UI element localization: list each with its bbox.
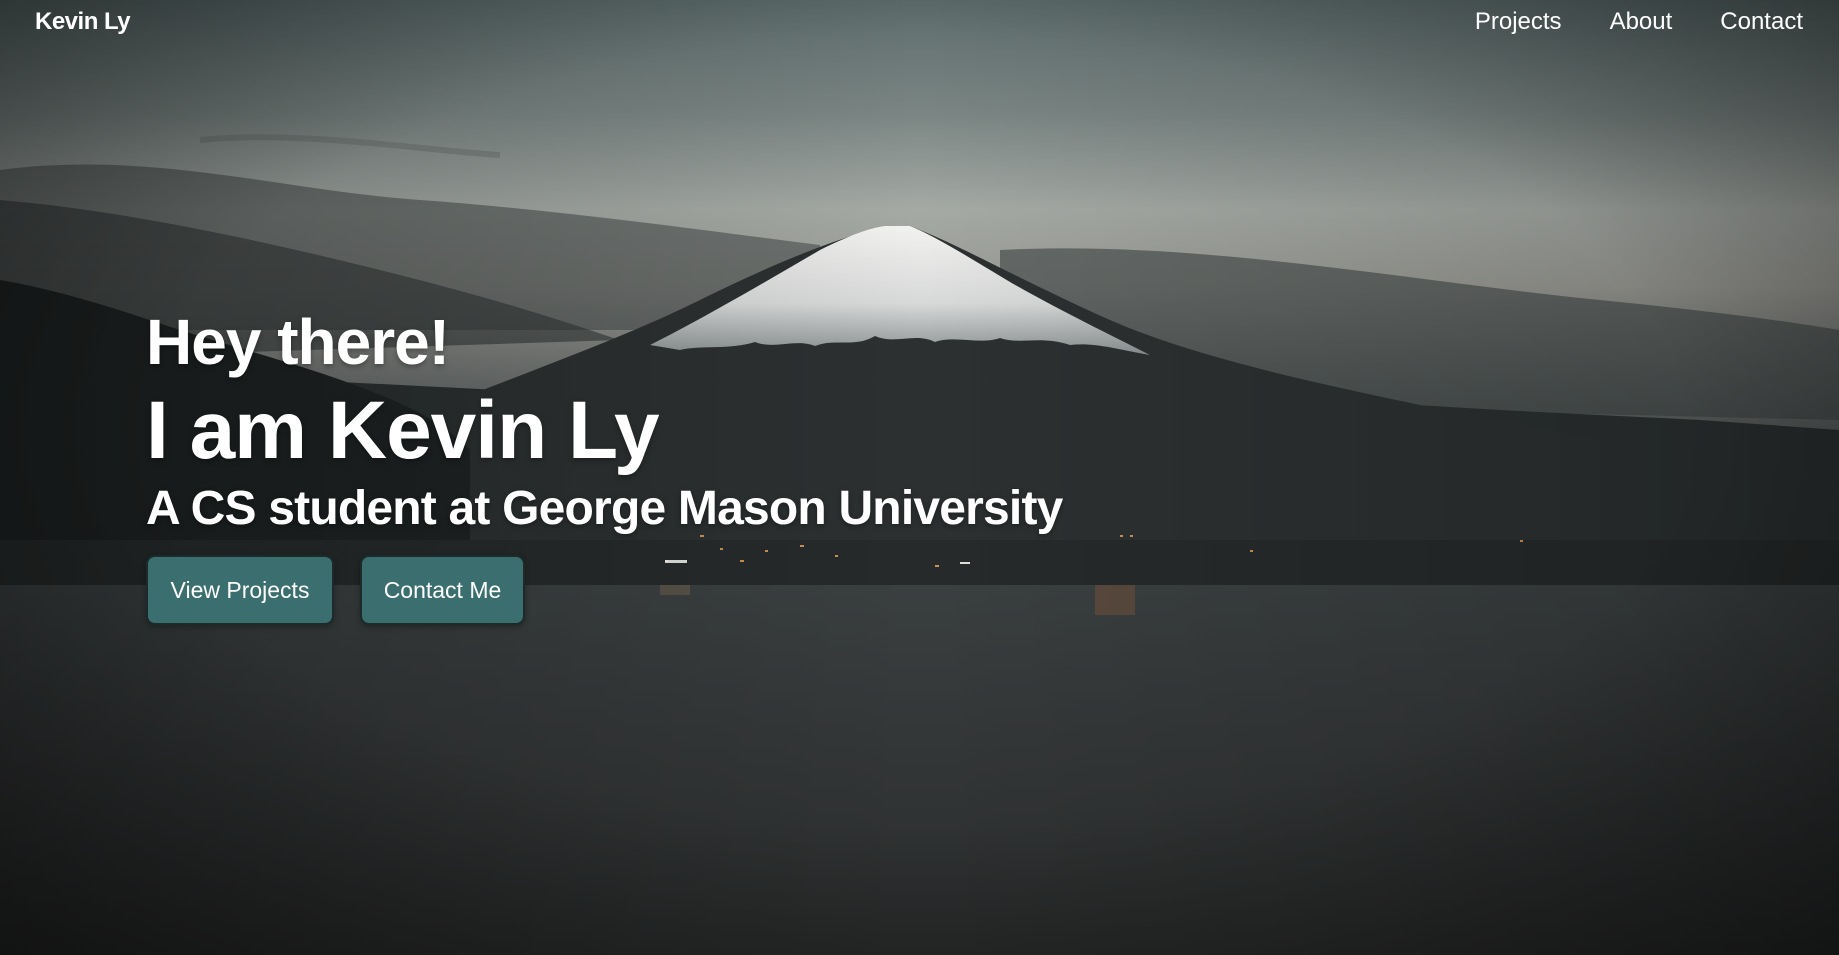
brand-logo-link[interactable]: Kevin Ly [35, 8, 131, 36]
hero-content: Hey there! I am Kevin Ly A CS student at… [146, 302, 1063, 625]
nav-link-contact[interactable]: Contact [1720, 8, 1803, 36]
hero-subtitle: A CS student at George Mason University [146, 482, 1063, 535]
nav-link-about[interactable]: About [1610, 8, 1673, 36]
hero-section: Kevin Ly Projects About Contact Hey ther… [0, 0, 1839, 955]
hero-buttons: View Projects Contact Me [146, 555, 1063, 625]
hero-name-heading: I am Kevin Ly [146, 385, 660, 476]
contact-me-button[interactable]: Contact Me [360, 555, 525, 625]
nav-links: Projects About Contact [1475, 8, 1803, 36]
top-navbar: Kevin Ly Projects About Contact [0, 0, 1839, 46]
view-projects-button[interactable]: View Projects [146, 555, 334, 625]
hero-greeting: Hey there! [146, 306, 450, 378]
nav-link-projects[interactable]: Projects [1475, 8, 1562, 36]
